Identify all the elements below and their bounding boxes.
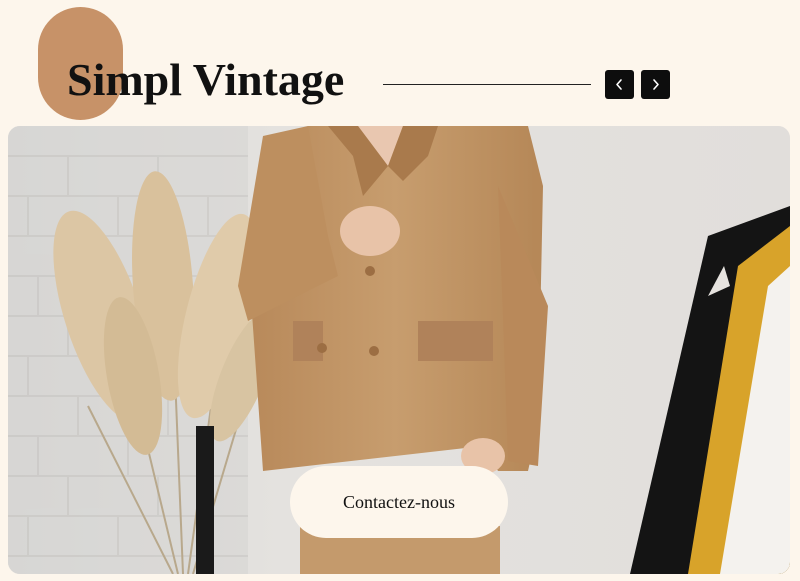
page-title: Simpl Vintage — [67, 54, 345, 105]
header-divider — [383, 84, 591, 85]
chevron-right-icon — [653, 79, 659, 90]
carousel-next-button[interactable] — [641, 70, 670, 99]
page: Simpl Vintage Contactez-nous — [0, 0, 800, 581]
chevron-left-icon — [616, 79, 622, 90]
contact-button[interactable]: Contactez-nous — [290, 466, 508, 538]
carousel-prev-button[interactable] — [605, 70, 634, 99]
